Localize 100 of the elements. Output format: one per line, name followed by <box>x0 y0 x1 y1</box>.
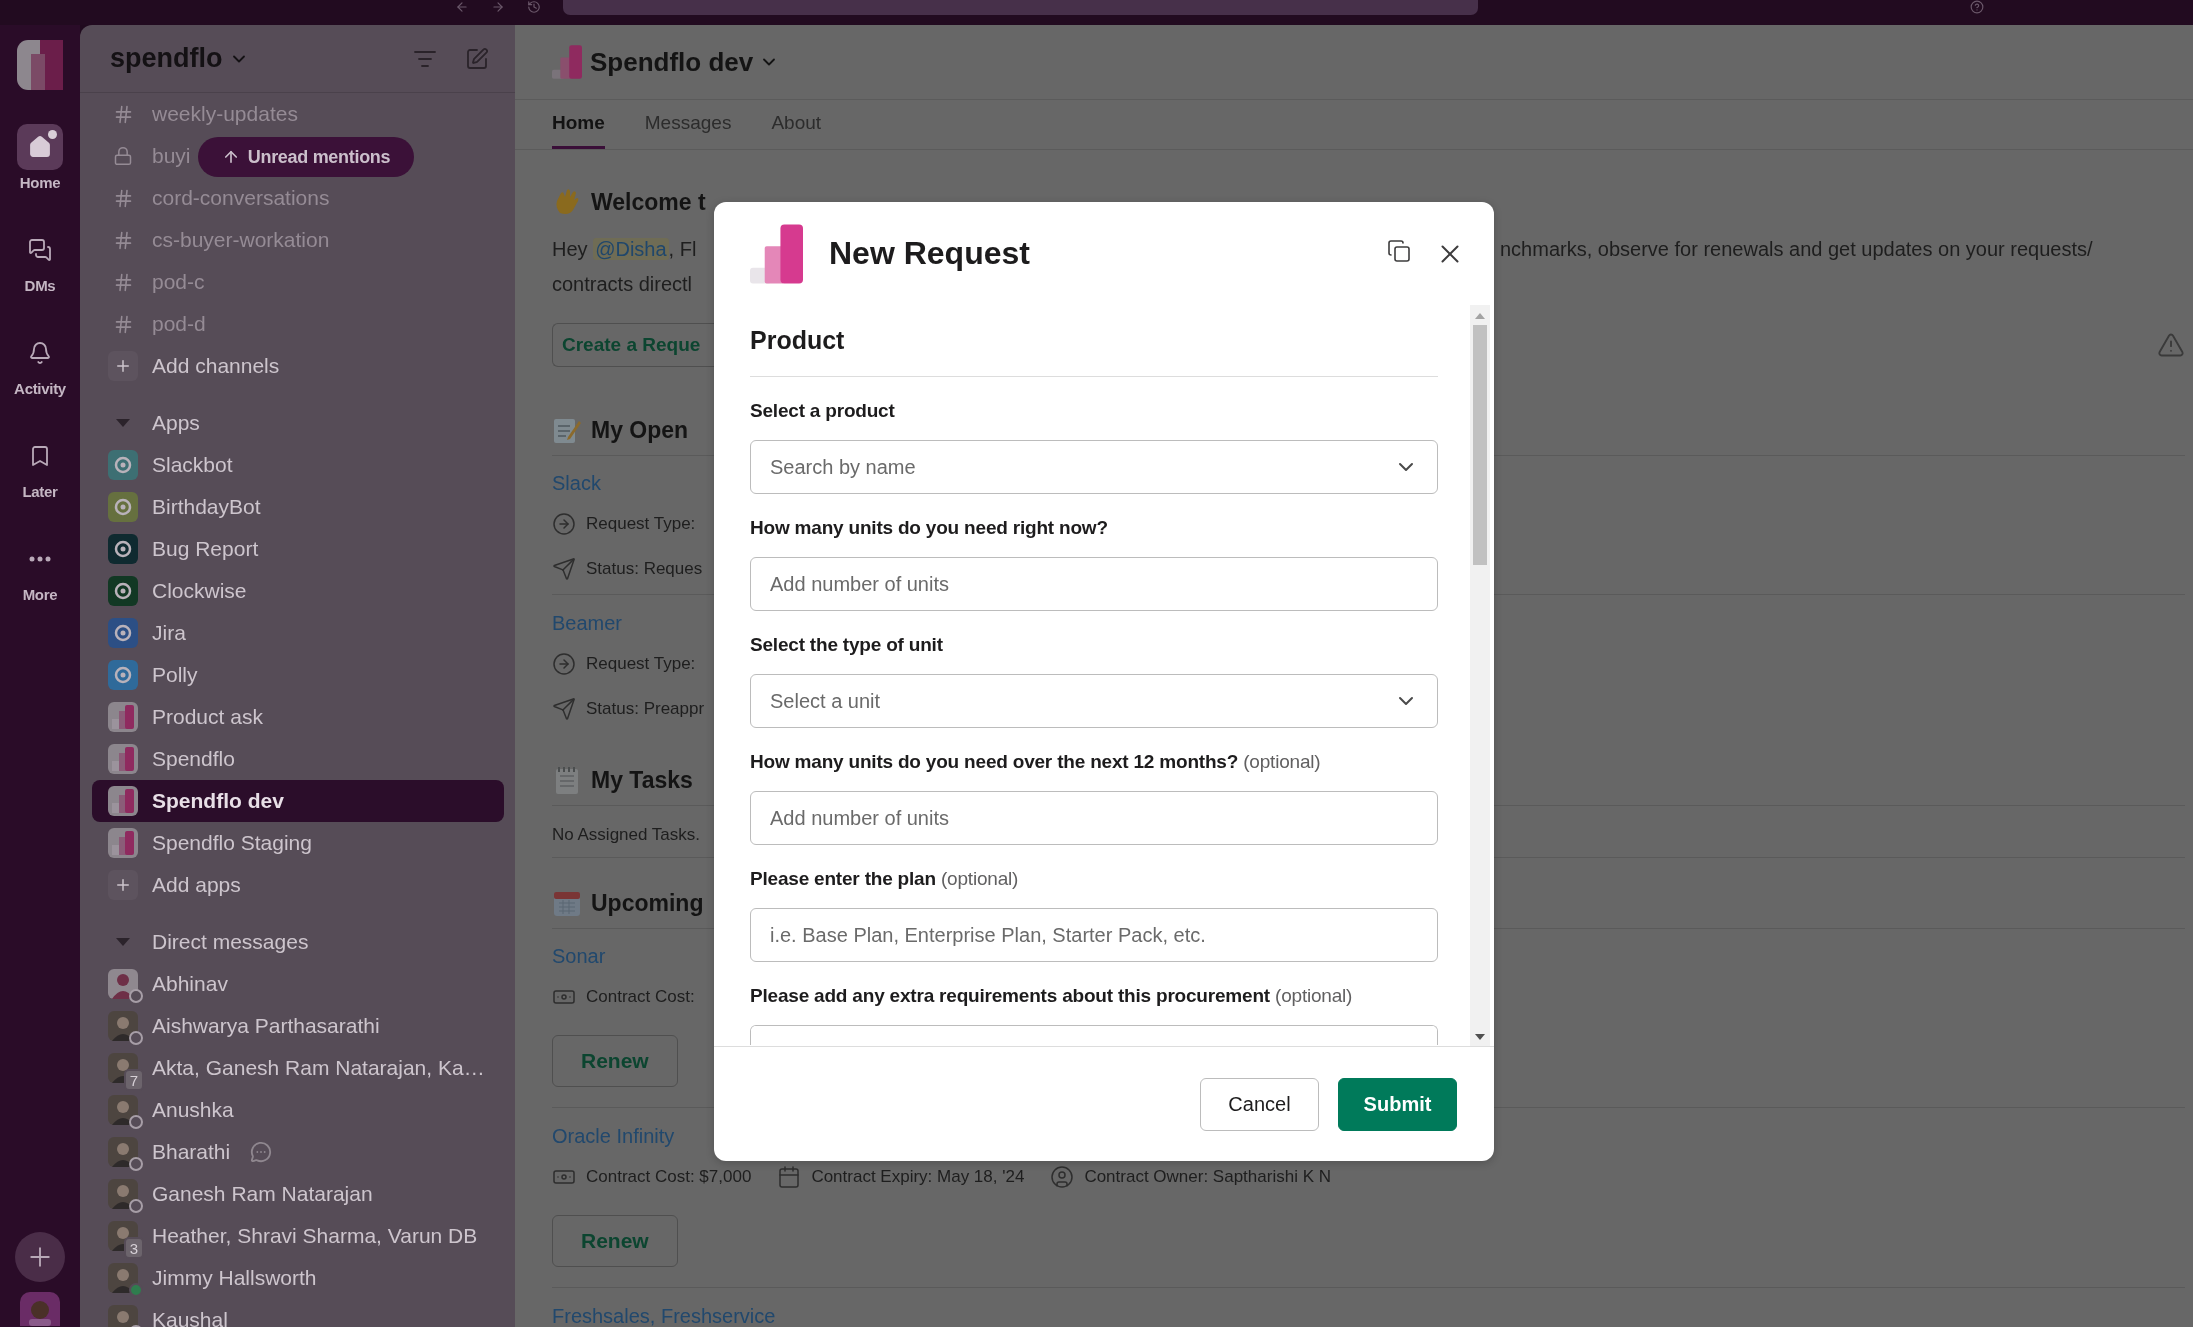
history-icon[interactable] <box>527 0 541 14</box>
dm-item[interactable]: 7 Akta, Ganesh Ram Natarajan, Ka… <box>92 1047 504 1089</box>
member-count: 3 <box>124 1237 144 1259</box>
field-label: Please enter the plan (optional) <box>750 867 1020 891</box>
app-icon <box>108 618 138 648</box>
field-label: Please add any extra requirements about this procurement (optional) <box>750 984 1354 1008</box>
input-field[interactable]: i.e. Base Plan, Enterprise Plan, Starter Pack, etc. <box>750 908 1438 962</box>
app-icon <box>108 450 138 480</box>
section-toggle[interactable]: Direct messages <box>92 921 504 963</box>
section-heading: My Open <box>591 416 689 444</box>
channel-item[interactable]: cs-buyer-workation <box>92 219 332 261</box>
app-item[interactable]: Clockwise <box>92 570 504 612</box>
scroll-down-icon[interactable] <box>1475 1034 1485 1040</box>
plus-icon <box>114 876 132 894</box>
back-icon[interactable] <box>455 0 469 14</box>
compose-icon[interactable] <box>465 46 489 71</box>
add-apps-button[interactable]: Add apps <box>92 864 504 906</box>
rail-nav-item[interactable]: DMs <box>17 227 63 294</box>
section-heading: Upcoming <box>591 889 704 917</box>
send-icon <box>552 557 576 581</box>
section-toggle[interactable]: Apps <box>92 402 504 444</box>
channel-item[interactable]: pod-d <box>92 303 208 345</box>
select-field[interactable]: Select a unit <box>750 674 1438 728</box>
dm-item[interactable]: Ganesh Ram Natarajan <box>92 1173 504 1215</box>
more-icon <box>29 556 51 562</box>
dm-item[interactable]: Bharathi <box>92 1131 504 1173</box>
app-item[interactable]: Spendflo dev <box>92 780 504 822</box>
field-label: How many units do you need right now? <box>750 516 1109 540</box>
app-item[interactable]: Spendflo Staging <box>92 822 504 864</box>
app-item[interactable]: Slackbot <box>92 444 504 486</box>
welcome-heading: Welcome t <box>591 188 706 216</box>
app-icon <box>108 576 138 606</box>
rail-nav-item[interactable]: Home <box>17 124 63 191</box>
section-heading: My Tasks <box>591 766 693 794</box>
intro-text: contracts directl <box>552 272 694 297</box>
app-item[interactable]: Spendflo <box>92 738 504 780</box>
channel-item[interactable]: pod-c <box>92 261 207 303</box>
input-field[interactable]: Add number of units <box>750 791 1438 845</box>
dm-item[interactable]: Anushka <box>92 1089 504 1131</box>
tab[interactable]: About <box>771 100 822 149</box>
send-icon <box>552 697 576 721</box>
chat-bubbles-icon <box>28 238 52 262</box>
detail-text: Contract Cost: $7,000 <box>586 1166 752 1188</box>
bell-icon <box>28 341 52 365</box>
submit-button[interactable]: Submit <box>1338 1077 1457 1131</box>
user-avatar[interactable] <box>20 1292 60 1326</box>
workspace-logo[interactable] <box>17 40 63 90</box>
app-logo-icon <box>108 702 138 732</box>
detail-text: Status: Preappr <box>586 698 705 720</box>
detail-text: Request Type: <box>586 513 696 535</box>
arrow-circle-icon <box>552 512 576 536</box>
arrow-circle-icon <box>552 652 576 676</box>
add-button[interactable] <box>15 1232 65 1282</box>
input-field[interactable]: Add number of units <box>750 557 1438 611</box>
tab[interactable]: Home <box>552 100 605 149</box>
app-logo-icon <box>108 744 138 774</box>
dm-item[interactable]: Aishwarya Parthasarathi <box>92 1005 504 1047</box>
forward-icon[interactable] <box>491 0 505 14</box>
form-section-title: Product <box>750 325 846 356</box>
dm-item[interactable]: Abhinav <box>92 963 504 1005</box>
channel-item[interactable]: weekly-updates <box>92 93 300 135</box>
scrollbar[interactable] <box>1470 305 1490 1046</box>
text-area[interactable] <box>750 1025 1438 1045</box>
rail-nav-item[interactable]: More <box>17 536 63 603</box>
app-item[interactable]: Product ask <box>92 696 504 738</box>
detail-text: Contract Owner: Saptharishi K N <box>1084 1166 1331 1188</box>
lock-icon <box>113 146 133 166</box>
channel-title-menu[interactable]: Spendflo dev <box>590 46 780 78</box>
app-logo <box>750 223 803 284</box>
rail-nav-item[interactable]: Later <box>17 433 63 500</box>
rail-nav-item[interactable]: Activity <box>14 330 66 397</box>
app-item[interactable]: Polly <box>92 654 504 696</box>
app-item[interactable]: Jira <box>92 612 504 654</box>
app-logo <box>552 45 582 79</box>
app-icon <box>108 492 138 522</box>
modal-title: New Request <box>829 235 1030 272</box>
detail-text: Contract Cost: <box>586 986 695 1008</box>
app-logo-icon <box>108 828 138 858</box>
dm-item[interactable]: Kaushal <box>92 1299 504 1327</box>
app-item[interactable]: BirthdayBot <box>92 486 504 528</box>
scroll-up-icon[interactable] <box>1475 313 1485 319</box>
greeting-text: Hey @Disha, Fl <box>552 237 698 262</box>
detail-text: Contract Expiry: May 18, '24 <box>811 1166 1025 1188</box>
app-item[interactable]: Bug Report <box>92 528 504 570</box>
search-field[interactable] <box>563 0 1478 15</box>
add-channels-button[interactable]: Add channels <box>92 345 504 387</box>
cancel-button[interactable]: Cancel <box>1200 1077 1319 1131</box>
dm-item[interactable]: Jimmy Hallsworth <box>92 1257 504 1299</box>
field-label: Select a product <box>750 399 896 423</box>
warning-icon <box>2157 331 2185 359</box>
user-circle-icon <box>1050 1165 1075 1189</box>
select-field[interactable]: Search by name <box>750 440 1438 494</box>
unread-mentions-button[interactable]: Unread mentions <box>198 137 414 177</box>
detail-text: Request Type: <box>586 653 696 675</box>
dm-item[interactable]: 3 Heather, Shravi Sharma, Varun DB <box>92 1215 504 1257</box>
scroll-thumb[interactable] <box>1473 325 1487 565</box>
tab[interactable]: Messages <box>644 100 732 149</box>
channel-item[interactable]: cord-conversations <box>92 177 332 219</box>
channel-item[interactable]: buyi <box>92 135 193 177</box>
help-icon[interactable] <box>1970 0 1984 14</box>
